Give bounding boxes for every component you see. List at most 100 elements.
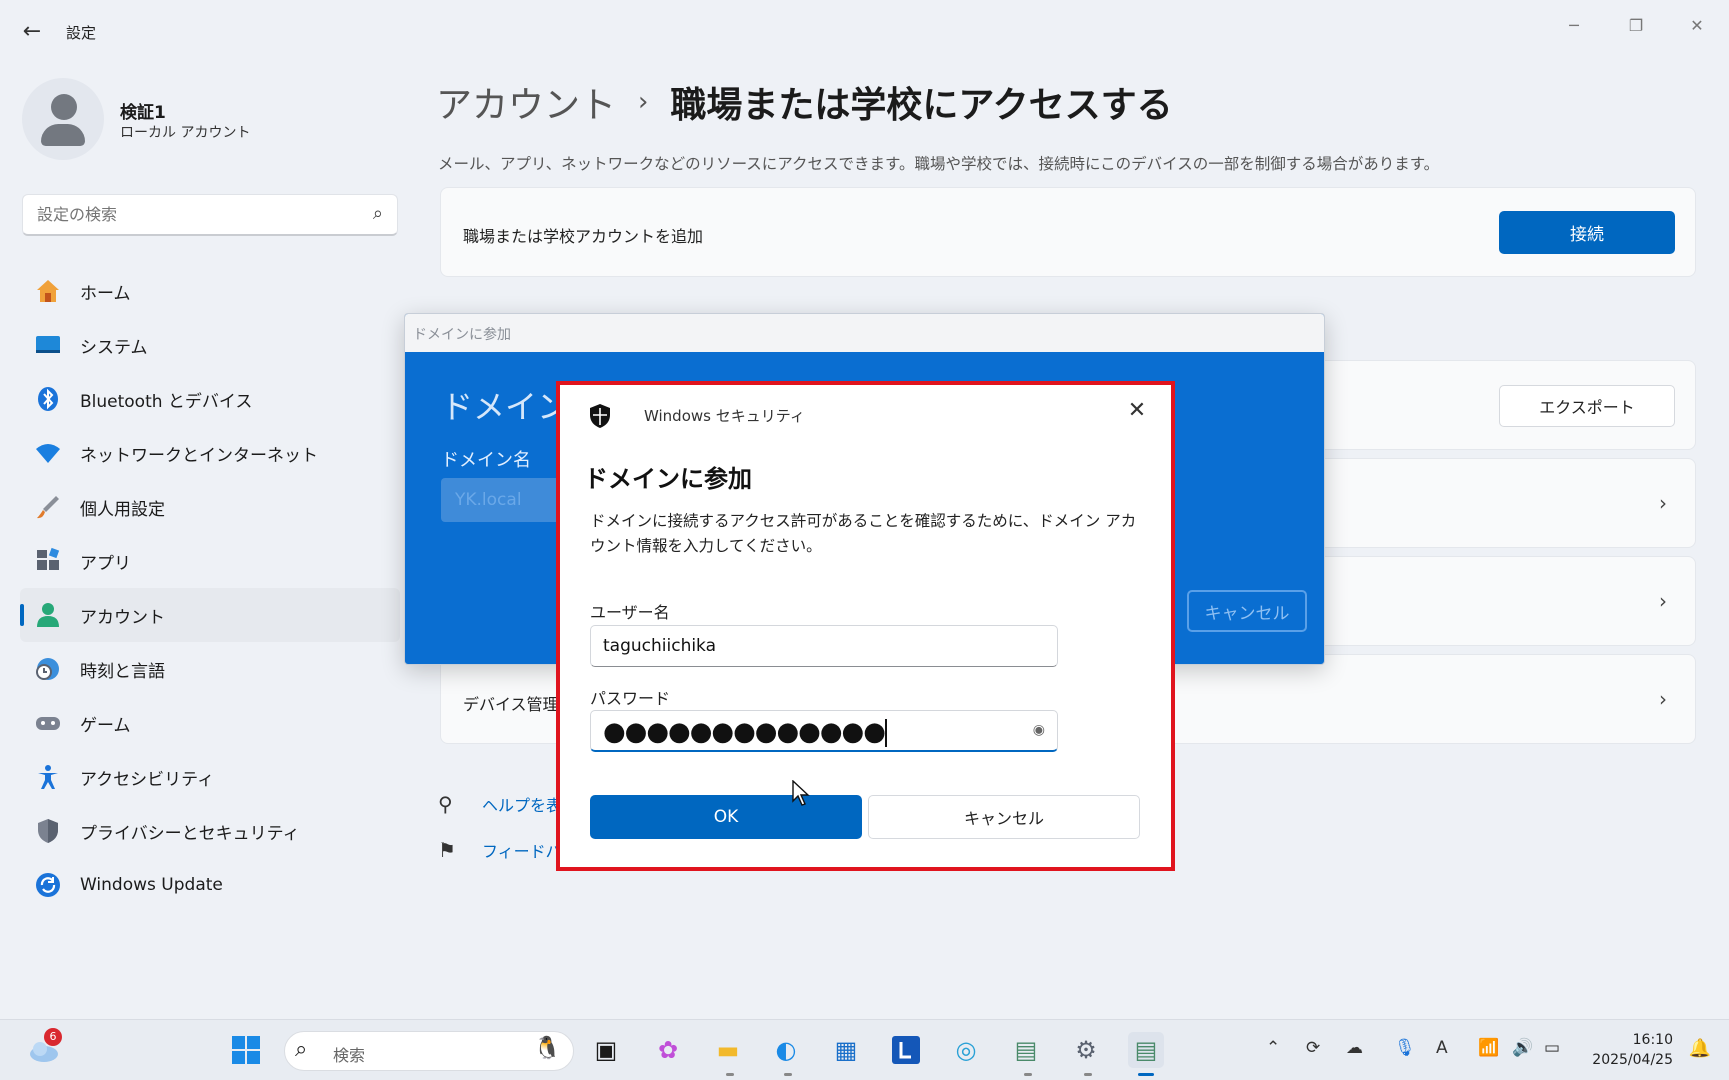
sidebar-item-system[interactable]: システム xyxy=(20,318,400,372)
notification-icon[interactable]: 🔔 xyxy=(1689,1038,1711,1059)
file-explorer-button[interactable]: ▬ xyxy=(710,1032,746,1068)
app-window-button[interactable]: ▤ xyxy=(1008,1032,1044,1068)
person-icon xyxy=(34,601,62,629)
eye-app-icon: ◎ xyxy=(955,1036,977,1064)
page-title: 職場または学校にアクセスする xyxy=(670,85,1173,126)
shield-icon xyxy=(34,817,62,845)
help-link[interactable]: ⚲ ヘルプを表 xyxy=(438,792,562,816)
accessibility-icon xyxy=(34,763,62,791)
export-button[interactable]: エクスポート xyxy=(1499,385,1675,427)
settings-search[interactable]: ⌕ xyxy=(22,194,398,236)
settings-button[interactable]: ⚙ xyxy=(1068,1032,1104,1068)
chevron-right-icon: › xyxy=(638,87,649,117)
close-window-button[interactable]: ✕ xyxy=(1677,10,1717,42)
windows-logo-icon xyxy=(232,1036,260,1064)
taskbar-search-placeholder: 検索 xyxy=(333,1046,366,1065)
help-link-label: ヘルプを表 xyxy=(482,796,563,815)
sidebar-item-privacy[interactable]: プライバシーとセキュリティ xyxy=(20,804,400,858)
sidebar-item-label: 時刻と言語 xyxy=(80,661,165,682)
avatar[interactable] xyxy=(22,78,104,160)
gamepad-icon xyxy=(34,709,62,737)
sidebar-item-accessibility[interactable]: アクセシビリティ xyxy=(20,750,400,804)
sidebar-item-time-language[interactable]: 時刻と言語 xyxy=(20,642,400,696)
cloud-offline-icon[interactable]: ☁ xyxy=(1346,1038,1363,1058)
bluetooth-icon xyxy=(34,385,62,413)
sidebar-item-label: ゲーム xyxy=(80,715,131,736)
sidebar-item-bluetooth[interactable]: Bluetooth とデバイス xyxy=(20,372,400,426)
app-l-icon xyxy=(892,1036,920,1064)
clock-globe-icon xyxy=(34,655,62,683)
restore-button[interactable]: ❐ xyxy=(1616,10,1656,42)
chevron-right-icon: › xyxy=(1659,491,1667,515)
sidebar-item-home[interactable]: ホーム xyxy=(20,264,400,318)
running-indicator xyxy=(726,1073,734,1076)
minimize-button[interactable]: ─ xyxy=(1554,10,1594,42)
ime-indicator[interactable]: A xyxy=(1436,1038,1448,1058)
window-app-icon: ▤ xyxy=(1014,1036,1038,1064)
apps-icon xyxy=(34,547,62,575)
domain-name-label: ドメイン名 xyxy=(441,450,531,471)
sidebar-item-label: アカウント xyxy=(80,607,165,628)
sidebar-item-label: Windows Update xyxy=(80,875,223,895)
sidebar-item-label: ホーム xyxy=(80,283,131,304)
app-eye-button[interactable]: ◎ xyxy=(948,1032,984,1068)
avatar-body xyxy=(41,124,85,146)
breadcrumb-parent[interactable]: アカウント xyxy=(436,76,616,128)
breadcrumb: アカウント › 職場または学校にアクセスする xyxy=(436,76,1173,128)
search-input[interactable] xyxy=(23,195,343,233)
gear-icon: ⚙ xyxy=(1075,1036,1097,1064)
feedback-link[interactable]: ⚑ フィードバ xyxy=(438,838,562,862)
mouse-cursor-icon xyxy=(792,780,810,806)
device-management-label: デバイス管理 xyxy=(463,695,559,714)
folder-icon: ▬ xyxy=(716,1036,740,1064)
sidebar-item-apps[interactable]: アプリ xyxy=(20,534,400,588)
system-properties-icon: ▤ xyxy=(1134,1036,1158,1064)
feedback-link-label: フィードバ xyxy=(482,842,562,861)
app-l-button[interactable] xyxy=(888,1032,924,1068)
sidebar-item-label: アクセシビリティ xyxy=(80,769,215,790)
clock[interactable]: 16:10 2025/04/25 xyxy=(1592,1030,1673,1070)
sidebar-item-personalization[interactable]: 個人用設定 xyxy=(20,480,400,534)
page-description: メール、アプリ、ネットワークなどのリソースにアクセスできます。職場や学校では、接… xyxy=(438,155,1440,173)
microphone-icon[interactable]: 🎙 xyxy=(1394,1038,1416,1058)
app-title: 設定 xyxy=(66,24,97,42)
volume-icon[interactable]: 🔊 xyxy=(1512,1038,1533,1058)
sidebar-item-gaming[interactable]: ゲーム xyxy=(20,696,400,750)
task-view-button[interactable]: ▣ xyxy=(588,1032,624,1068)
battery-icon[interactable]: ▭ xyxy=(1544,1038,1560,1058)
copilot-button[interactable]: ✿ xyxy=(650,1032,686,1068)
task-view-icon: ▣ xyxy=(594,1036,618,1064)
sidebar-item-network[interactable]: ネットワークとインターネット xyxy=(20,426,400,480)
add-account-label: 職場または学校アカウントを追加 xyxy=(463,227,704,246)
sidebar-item-label: 個人用設定 xyxy=(80,499,165,520)
back-button[interactable]: ← xyxy=(18,18,46,46)
feedback-icon: ⚑ xyxy=(438,838,456,862)
edge-icon: ◐ xyxy=(775,1036,797,1064)
chevron-up-icon[interactable]: ⌃ xyxy=(1266,1038,1280,1058)
connect-button[interactable]: 接続 xyxy=(1499,211,1675,254)
active-app-button[interactable]: ▤ xyxy=(1128,1032,1164,1068)
domain-cancel-button[interactable]: キャンセル xyxy=(1187,590,1307,632)
monitor-icon xyxy=(34,331,62,359)
store-button[interactable]: ▦ xyxy=(828,1032,864,1068)
sync-icon[interactable]: ⟳ xyxy=(1306,1038,1320,1058)
sidebar-nav: ホーム システム Bluetooth とデバイス ネットワークとインターネット … xyxy=(20,264,400,912)
sidebar-item-label: システム xyxy=(80,337,148,358)
wifi-icon[interactable]: 📶 xyxy=(1478,1038,1499,1058)
avatar-head xyxy=(51,94,77,120)
highlight-frame xyxy=(556,381,1175,871)
clock-time: 16:10 xyxy=(1632,1032,1673,1048)
taskbar-search[interactable]: ⌕ 検索 🐧 xyxy=(284,1031,574,1071)
domain-dialog-title: ドメインに参加 xyxy=(413,327,511,343)
sidebar-item-windows-update[interactable]: Windows Update xyxy=(20,858,400,912)
running-indicator xyxy=(1024,1073,1032,1076)
close-icon: ✕ xyxy=(1690,16,1704,35)
taskbar: 6 ⌕ 検索 🐧 ▣ ✿ ▬ ◐ ▦ ◎ ▤ ⚙ ▤ ⌃ ⟳ ☁ 🎙 A 📶 🔊… xyxy=(0,1019,1729,1080)
brush-icon xyxy=(34,493,62,521)
add-account-card: 職場または学校アカウントを追加 接続 xyxy=(440,187,1696,277)
search-highlight-icon: 🐧 xyxy=(533,1036,561,1061)
edge-button[interactable]: ◐ xyxy=(768,1032,804,1068)
sidebar-item-accounts[interactable]: アカウント xyxy=(20,588,400,642)
start-button[interactable] xyxy=(228,1032,264,1068)
sidebar-item-label: プライバシーとセキュリティ xyxy=(80,823,300,844)
